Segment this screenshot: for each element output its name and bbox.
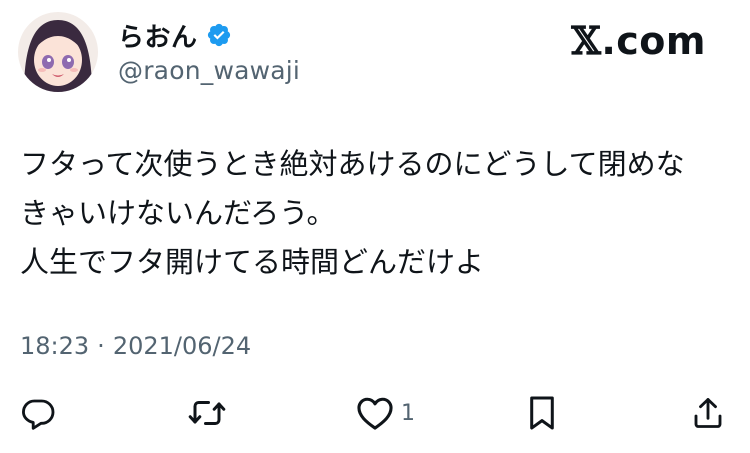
- like-button[interactable]: 1: [355, 390, 415, 436]
- reply-icon: [22, 399, 55, 430]
- avatar[interactable]: [18, 12, 98, 92]
- verified-badge-icon: [206, 22, 232, 48]
- bookmark-button[interactable]: [525, 390, 559, 436]
- tweet-date: 2021/06/24: [112, 332, 252, 360]
- x-logo-icon: 𝕏: [571, 18, 602, 63]
- like-count: 1: [401, 400, 415, 426]
- retweet-button[interactable]: [187, 390, 227, 436]
- share-button[interactable]: [690, 390, 726, 436]
- brand-suffix: .com: [601, 18, 706, 63]
- action-bar: 1: [0, 390, 750, 436]
- retweet-icon: [188, 401, 226, 425]
- avatar-image: [18, 12, 98, 92]
- share-icon: [694, 398, 722, 428]
- tweet-text: フタって次使うとき絶対あけるのにどうして閉めな きゃいけないんだろう。 人生でフ…: [20, 140, 730, 287]
- display-name[interactable]: らおん: [118, 17, 198, 54]
- author-handle[interactable]: @raon_wawaji: [118, 56, 300, 85]
- bookmark-icon: [530, 396, 554, 430]
- tweet-time: 18:23: [20, 332, 90, 360]
- tweet-line: きゃいけないんだろう。: [20, 196, 336, 230]
- tweet-card: らおん @raon_wawaji 𝕏 .com フタって次使うとき絶対あけるのにど…: [0, 0, 750, 453]
- meta-separator: ·: [97, 332, 105, 360]
- tweet-line: フタって次使うとき絶対あけるのにどうして閉めな: [20, 147, 685, 181]
- tweet-timestamp[interactable]: 18:23 · 2021/06/24: [20, 332, 251, 360]
- like-icon: [357, 397, 393, 430]
- brand-logo: 𝕏 .com: [571, 18, 706, 63]
- author-name-row: らおん: [118, 17, 232, 54]
- tweet-line: 人生でフタ開けてる時間どんだけよ: [20, 245, 485, 279]
- reply-button[interactable]: [20, 390, 56, 436]
